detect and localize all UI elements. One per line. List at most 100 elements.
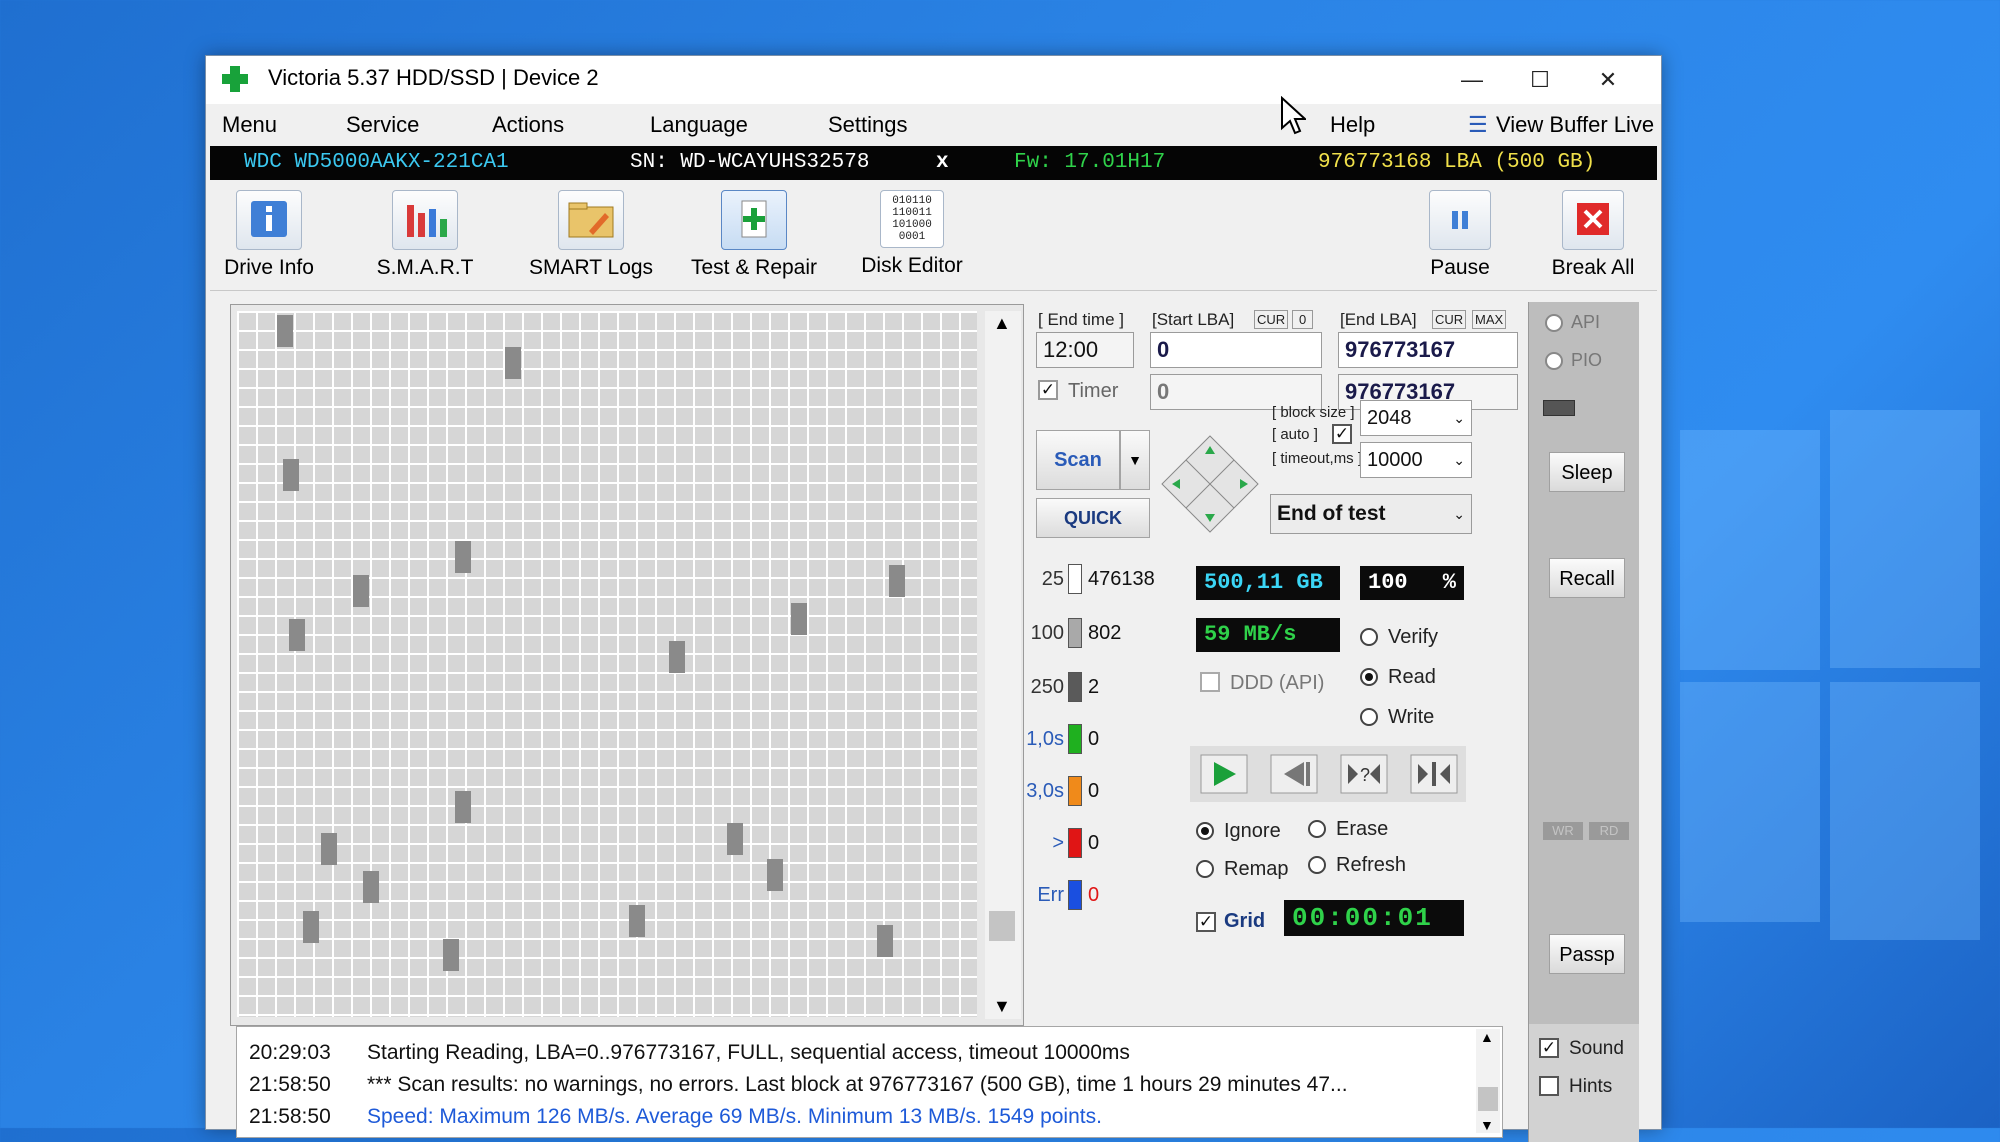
legend-swatch [1068,672,1082,702]
scan-map-panel: ▲ ▼ [230,304,1024,1026]
end-time-label: [ End time ] [1038,310,1124,329]
hints-label: Hints [1569,1076,1613,1097]
scroll-down-icon[interactable]: ▼ [1480,1117,1494,1133]
scroll-up-icon[interactable]: ▲ [993,313,1011,334]
scroll-thumb[interactable] [989,911,1015,941]
seek-icon[interactable]: ? [1340,754,1388,794]
play-icon[interactable] [1200,754,1248,794]
lba-capacity: 976773168 LBA (500 GB) [1318,151,1596,174]
hints-checkbox[interactable] [1539,1076,1559,1096]
legend-label: 25 [1041,568,1064,590]
log-time: 21:58:50 [249,1073,331,1096]
menu-settings[interactable]: Settings [828,112,908,138]
log-scrollbar[interactable]: ▲ ▼ [1476,1029,1500,1133]
passp-button[interactable]: Passp [1549,934,1625,974]
start-cur-button[interactable]: CUR [1254,310,1289,329]
break-all-button[interactable]: Break All [1545,190,1641,280]
legend-label: 100 [1030,622,1064,644]
log-text: *** Scan results: no warnings, no errors… [367,1073,1348,1096]
pio-radio[interactable] [1545,352,1563,370]
end-time-field[interactable]: 12:00 [1036,332,1134,368]
rewind-icon[interactable] [1270,754,1318,794]
erase-radio[interactable] [1308,820,1326,838]
pause-button[interactable]: Pause [1420,190,1500,280]
latency-legend: 25 476138 100 802 250 2 1,0s 0 3,0s 0 >0 Err 0 [1016,562,1166,910]
device-close-icon[interactable]: x [936,151,949,174]
ddd-api-label: DDD (API) [1230,672,1325,694]
drive-info-button[interactable]: Drive Info [214,190,324,280]
start-zero-button[interactable]: 0 [1292,310,1314,329]
log-row: 21:58:50 Speed: Maximum 126 MB/s. Average… [249,1105,1102,1129]
legend-row: 100 802 [1016,616,1156,652]
end-lba-field[interactable]: 976773167 [1338,332,1518,368]
verify-radio[interactable] [1360,628,1378,646]
side-panel: API PIO Sleep Recall WR RD Passp ✓ Sound… [1528,302,1639,1142]
read-radio[interactable] [1360,668,1378,686]
smart-button[interactable]: S.M.A.R.T [370,190,480,280]
ddd-api-checkbox[interactable] [1200,672,1220,692]
menu-service[interactable]: Service [346,112,419,138]
scroll-up-icon[interactable]: ▲ [1480,1029,1494,1045]
disk-editor-button[interactable]: 010110 110011 101000 0001 Disk Editor [850,190,974,278]
percent-readout: 100% [1360,566,1464,600]
ignore-radio[interactable] [1196,822,1214,840]
legend-row: 3,0s 0 [1016,774,1156,810]
minimize-button[interactable]: — [1444,62,1500,98]
speed-readout: 59 MB/s [1196,618,1340,652]
sound-checkbox[interactable]: ✓ [1539,1038,1559,1058]
menu-help[interactable]: Help [1330,112,1375,138]
recall-button[interactable]: Recall [1549,558,1625,598]
menu-actions[interactable]: Actions [492,112,564,138]
quick-button[interactable]: QUICK [1036,498,1150,538]
skip-end-icon[interactable] [1410,754,1458,794]
start-lba-field[interactable]: 0 [1150,332,1322,368]
slow-block [767,859,783,891]
legend-count: 0 [1088,884,1100,906]
end-time-value: 12:00 [1043,337,1099,362]
api-radio[interactable] [1545,314,1563,332]
direction-pad-icon[interactable] [1158,432,1262,536]
auto-checkbox[interactable]: ✓ [1332,424,1352,444]
scan-button[interactable]: Scan [1036,430,1120,490]
start-lba-label: [Start LBA] [1152,310,1235,329]
drive-model[interactable]: WDC WD5000AAKX-221CA1 [244,151,509,174]
sleep-button[interactable]: Sleep [1549,452,1625,492]
legend-row: 1,0s 0 [1016,722,1156,758]
menu-bar: Menu Service Actions Language Settings H… [206,104,1661,144]
scroll-down-icon[interactable]: ▼ [993,996,1011,1017]
smart-logs-button[interactable]: SMART Logs [526,190,656,280]
test-repair-icon [721,190,787,250]
timer-checkbox[interactable]: ✓ [1038,380,1058,400]
mouse-cursor-icon [1281,96,1306,135]
remap-radio[interactable] [1196,860,1214,878]
end-max-button[interactable]: MAX [1472,310,1507,329]
disk-editor-label: Disk Editor [861,254,963,277]
write-radio[interactable] [1360,708,1378,726]
slow-block [877,925,893,957]
slow-block [791,603,807,635]
refresh-label: Refresh [1336,854,1407,876]
scan-dropdown-button[interactable]: ▼ [1120,430,1150,490]
end-action-select[interactable]: End of test ⌄ [1270,494,1472,534]
close-button[interactable]: ✕ [1580,62,1636,98]
legend-swatch [1068,880,1082,910]
slow-block [505,347,521,379]
log-text: Starting Reading, LBA=0..976773167, FULL… [367,1041,1130,1064]
menu-language[interactable]: Language [650,112,748,138]
menu-view-buffer-live[interactable]: View Buffer Live [1496,112,1654,138]
timeout-select[interactable]: 10000 ⌄ [1360,442,1472,478]
read-label: Read [1388,666,1436,688]
menu-menu[interactable]: Menu [222,112,277,138]
end-cur-button[interactable]: CUR [1432,310,1467,329]
end-action-value: End of test [1277,502,1386,525]
start-lba-value: 0 [1157,337,1170,362]
desktop-logo [1680,410,1980,950]
refresh-radio[interactable] [1308,856,1326,874]
app-window: Victoria 5.37 HDD/SSD | Device 2 — ☐ ✕ M… [205,55,1662,1142]
firmware: Fw: 17.01H17 [1014,151,1166,174]
test-repair-button[interactable]: Test & Repair [686,190,822,280]
maximize-button[interactable]: ☐ [1512,62,1568,98]
scroll-thumb[interactable] [1478,1087,1498,1111]
grid-checkbox[interactable]: ✓ [1196,912,1216,932]
block-size-select[interactable]: 2048 ⌄ [1360,400,1472,436]
